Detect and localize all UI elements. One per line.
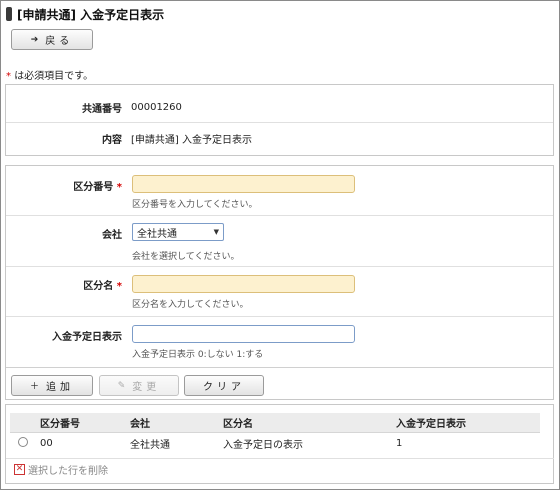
kubun-name-label-text: 区分名 [83, 281, 114, 292]
common-no-value: 00001260 [131, 101, 182, 113]
divider [6, 215, 553, 216]
clear-button-label: クリア [203, 382, 245, 393]
change-button[interactable]: ✎ 変更 [99, 375, 179, 396]
content-row: 内容 [申請共通] 入金予定日表示 [6, 125, 553, 151]
chevron-down-icon: ▼ [213, 228, 219, 236]
kubun-table: 区分番号 会社 区分名 入金予定日表示 00 全社共通 入金予定日の表示 1 [10, 413, 540, 454]
kubun-name-input[interactable] [132, 275, 355, 293]
row-radio-cell[interactable] [10, 432, 36, 454]
title-marker-icon [6, 7, 12, 21]
required-mark: * [116, 182, 122, 193]
delete-selected-link[interactable]: ✕ 選択した行を削除 [14, 462, 108, 477]
divider [6, 316, 553, 317]
info-panel: 共通番号 00001260 内容 [申請共通] 入金予定日表示 [5, 84, 554, 156]
page-header: [申請共通] 入金予定日表示 [6, 5, 164, 23]
required-mark: * [116, 281, 122, 292]
change-button-label: 変更 [132, 382, 161, 393]
column-header: 区分名 [219, 413, 392, 433]
kubun-no-label: 区分番号 * [73, 178, 122, 193]
back-button[interactable]: ➔ 戻る [11, 29, 93, 50]
add-button[interactable]: ＋ 追加 [11, 375, 93, 396]
common-no-row: 共通番号 00001260 [6, 94, 553, 120]
add-button-label: 追加 [46, 382, 74, 393]
pencil-icon: ✎ [117, 380, 126, 391]
kubun-no-cell: 00 [40, 437, 53, 449]
display-input[interactable] [132, 325, 355, 343]
content-label: 内容 [102, 134, 122, 146]
company-label: 会社 [102, 230, 122, 241]
page-title: [申請共通] 入金予定日表示 [17, 7, 165, 22]
row-radio[interactable] [18, 436, 28, 447]
divider [6, 458, 554, 459]
required-mark: * [6, 71, 11, 82]
form-panel: 区分番号 * 区分番号を入力してください。 会社 全社共通 ▼ 会社を選択してく… [5, 165, 554, 400]
common-no-label: 共通番号 [82, 103, 122, 115]
clear-button[interactable]: クリア [184, 375, 264, 396]
kubun-name-help: 区分名を入力してください。 [132, 300, 249, 310]
display-help: 入金予定日表示 0:しない 1:する [132, 350, 264, 360]
required-note: * は必須項目です。 [6, 67, 93, 82]
divider [6, 266, 553, 267]
delete-x-icon: ✕ [14, 464, 25, 475]
display-label: 入金予定日表示 [52, 332, 122, 343]
required-note-text: は必須項目です。 [14, 71, 94, 82]
company-help: 会社を選択してください。 [132, 252, 240, 262]
company-select-value: 全社共通 [137, 228, 177, 240]
select-column-header [10, 413, 36, 433]
display-cell: 1 [396, 437, 403, 449]
column-header: 会社 [126, 413, 219, 433]
arrow-left-icon: ➔ [30, 34, 39, 45]
company-select[interactable]: 全社共通 ▼ [132, 223, 224, 241]
column-header: 区分番号 [36, 413, 126, 433]
column-header: 入金予定日表示 [392, 413, 540, 433]
divider [6, 367, 553, 368]
kubun-name-cell: 入金予定日の表示 [223, 439, 303, 451]
plus-icon: ＋ [29, 382, 39, 392]
kubun-no-input[interactable] [132, 175, 355, 193]
content-value: [申請共通] 入金予定日表示 [131, 134, 252, 146]
kubun-no-help: 区分番号を入力してください。 [132, 200, 258, 210]
delete-selected-label: 選択した行を削除 [28, 466, 108, 477]
company-cell: 全社共通 [130, 439, 170, 451]
table-header-row: 区分番号 会社 区分名 入金予定日表示 [10, 413, 540, 433]
back-button-label: 戻る [45, 36, 74, 47]
table-row[interactable]: 00 全社共通 入金予定日の表示 1 [10, 432, 540, 454]
kubun-no-label-text: 区分番号 [73, 182, 114, 193]
divider [6, 122, 553, 123]
kubun-name-label: 区分名 * [83, 277, 122, 292]
